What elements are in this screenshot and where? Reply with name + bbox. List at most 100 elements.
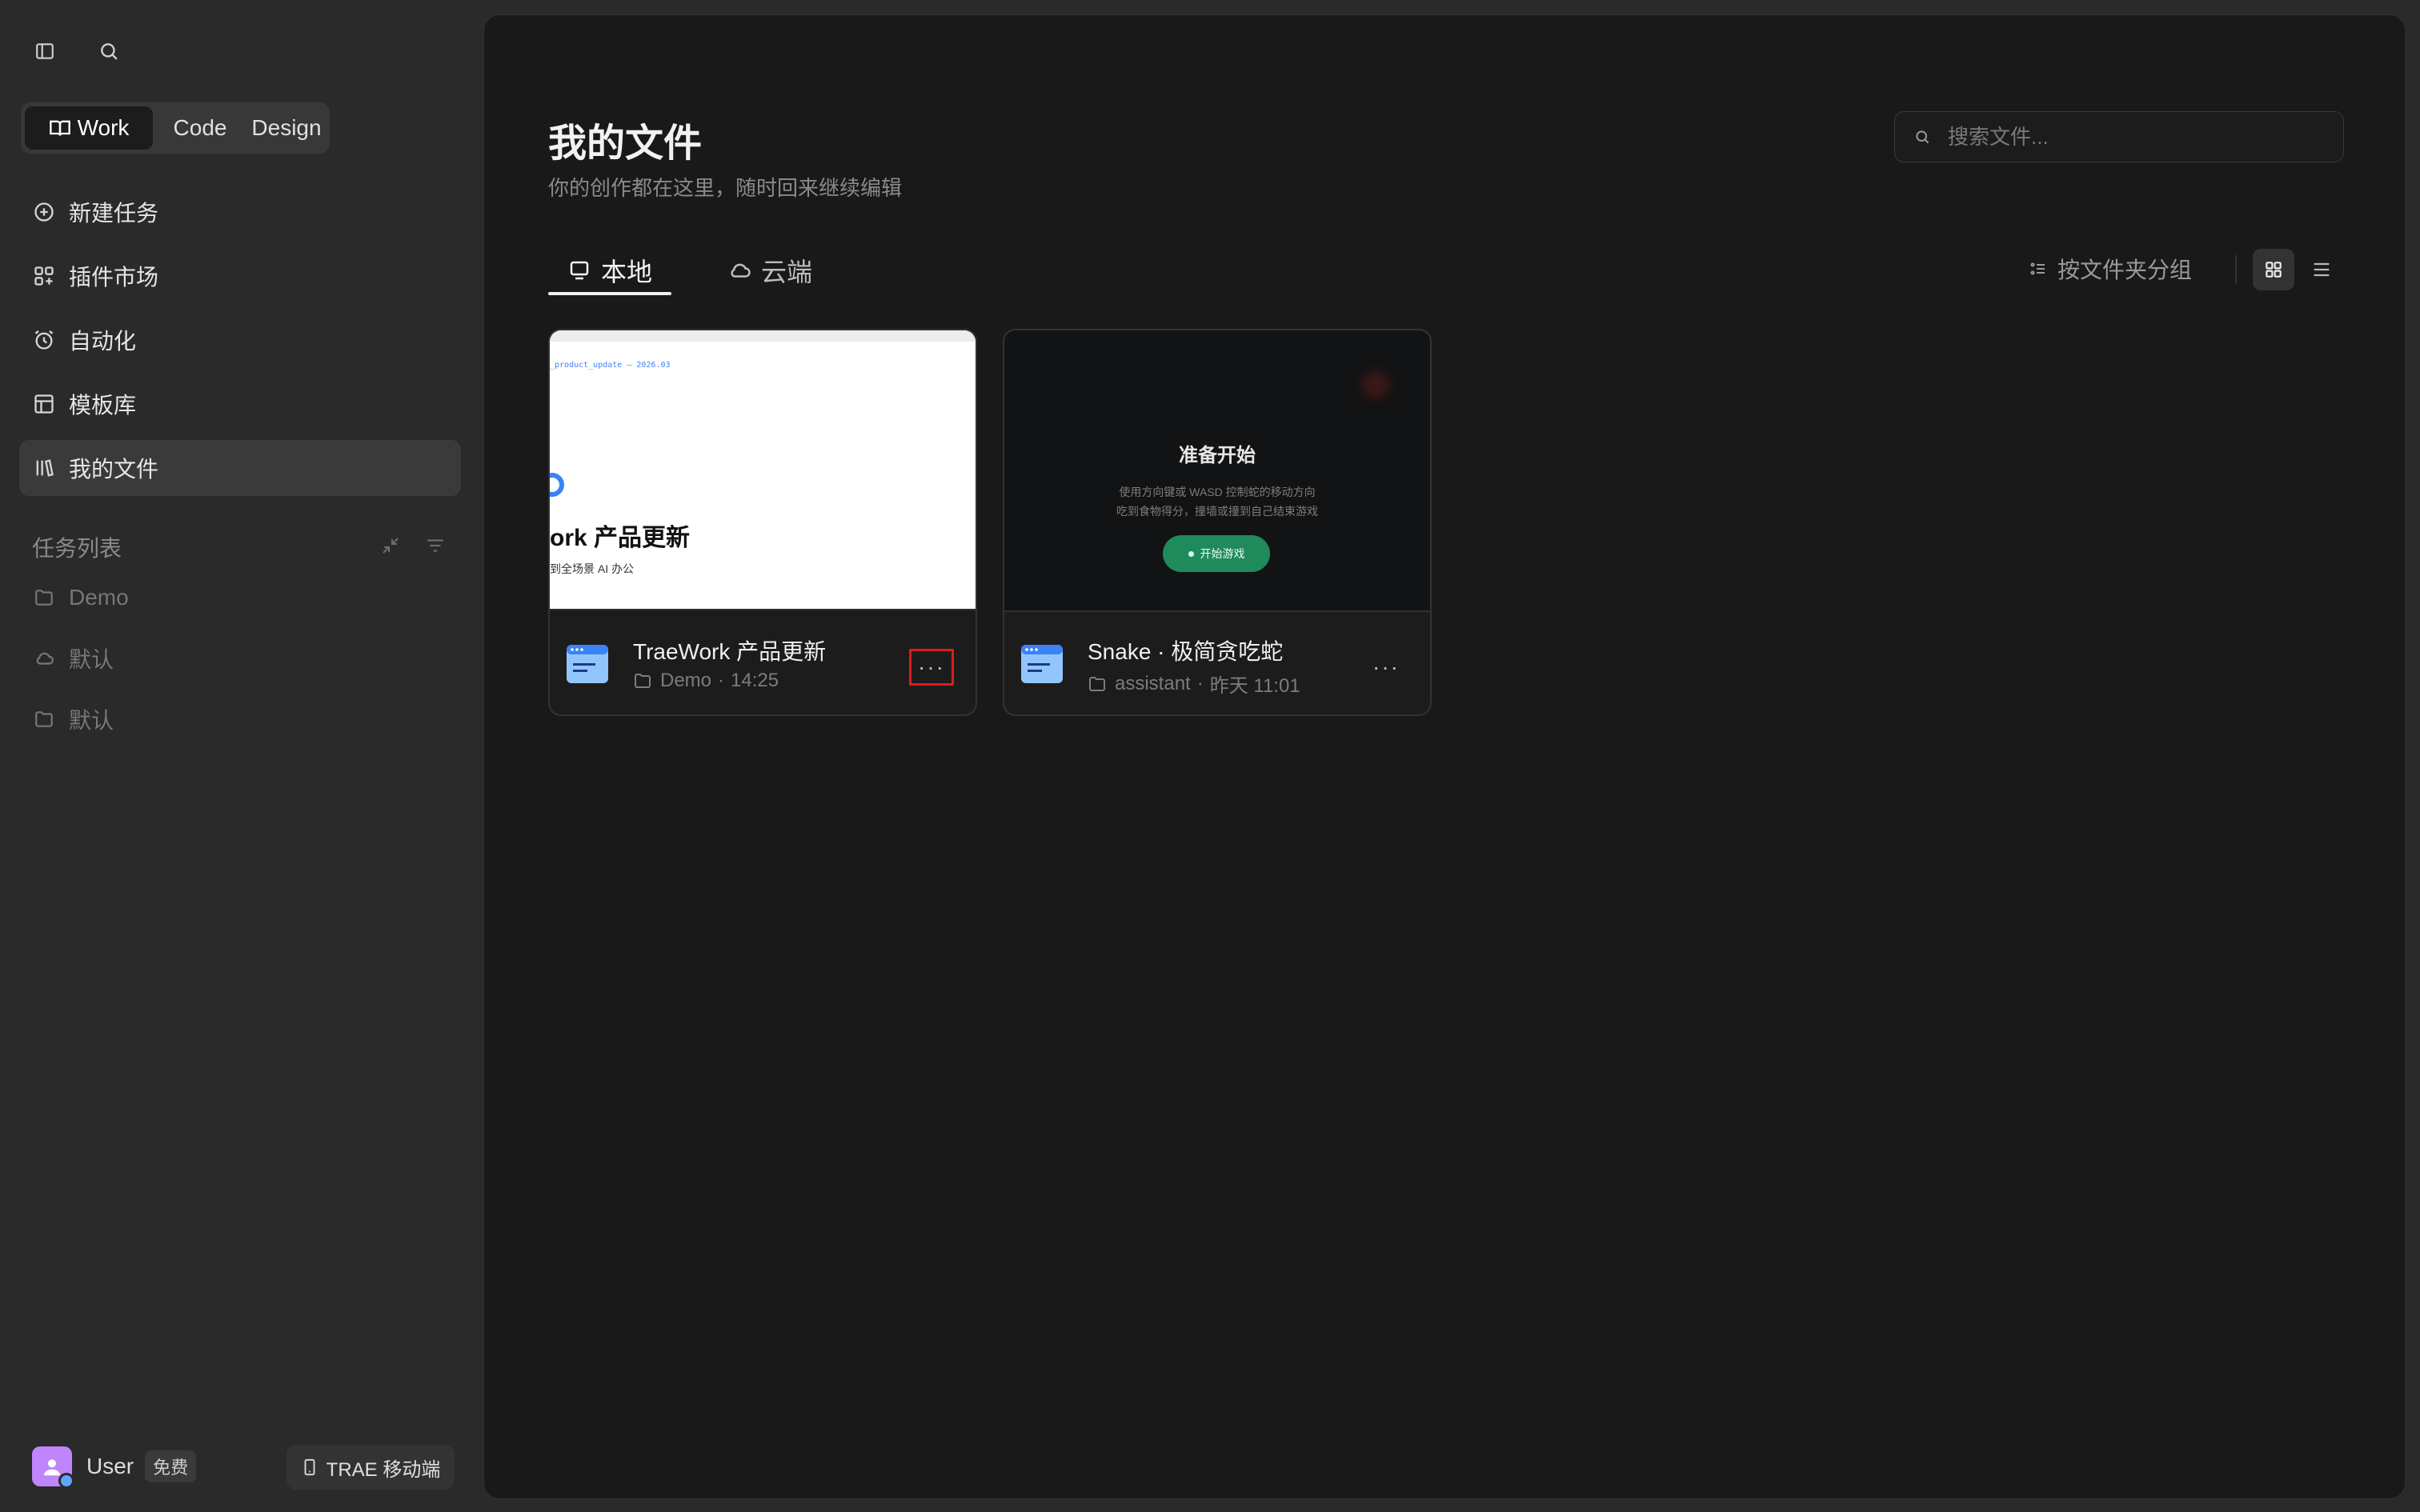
more-icon: ··· xyxy=(918,654,945,679)
web-file-icon xyxy=(566,644,609,684)
cloud-icon xyxy=(32,646,56,670)
online-status-dot xyxy=(58,1473,74,1489)
preview-code-line: _product_update — 2026.03 xyxy=(550,361,671,370)
group-by-folder-button[interactable]: 按文件夹分组 xyxy=(2029,247,2192,290)
filter-tasks-button[interactable] xyxy=(421,531,450,560)
sidebar-item-my-files[interactable]: 我的文件 xyxy=(19,440,461,496)
user-profile[interactable]: User 免费 xyxy=(32,1446,197,1489)
task-item-default-cloud[interactable]: 默认 xyxy=(32,638,114,678)
list-icon xyxy=(2310,258,2333,281)
task-item-label: Demo xyxy=(69,585,129,610)
alarm-clock-icon xyxy=(30,326,58,354)
mode-work-label: Work xyxy=(77,115,130,140)
sidebar-item-label: 模板库 xyxy=(69,393,137,418)
phone-icon xyxy=(301,1458,319,1476)
folder-icon xyxy=(32,586,56,610)
preview-heading: ork 产品更新 xyxy=(550,525,691,551)
mode-code-button[interactable]: Code xyxy=(158,106,242,150)
sidebar-item-label: 插件市场 xyxy=(69,265,159,290)
task-list-title: 任务列表 xyxy=(32,536,122,561)
preview-food-dot xyxy=(1361,370,1390,399)
mode-code-label: Code xyxy=(173,115,227,140)
sidebar-item-plugin-market[interactable]: 插件市场 xyxy=(19,248,461,304)
grid-plus-icon xyxy=(30,262,58,290)
mode-design-button[interactable]: Design xyxy=(246,106,327,150)
file-meta: Demo · 14:25 xyxy=(633,670,779,692)
grid-view-button[interactable] xyxy=(2253,249,2294,290)
folder-icon xyxy=(633,671,652,690)
preview-logo-mark xyxy=(550,473,564,497)
active-tab-indicator xyxy=(548,292,671,295)
filter-icon xyxy=(425,535,446,556)
plan-badge: 免费 xyxy=(145,1450,197,1482)
preview-subtext: 到全场景 AI 办公 xyxy=(550,562,635,575)
main-panel: 我的文件 你的创作都在这里，随时回来继续编辑 本地 云端 按文件夹分组 xyxy=(483,14,2406,1499)
plus-circle-icon xyxy=(30,198,58,226)
preview-description: 吃到食物得分，撞墙或撞到自己结束游戏 xyxy=(1116,505,1318,518)
file-card[interactable]: _product_update — 2026.03 ork 产品更新 到全场景 … xyxy=(548,329,977,716)
sidebar-item-label: 我的文件 xyxy=(69,457,159,482)
search-icon xyxy=(1914,129,1930,145)
sidebar: Work Code Design 新建任务 插件市场 自动化 模板库 我的文件 … xyxy=(0,0,482,1512)
monitor-icon xyxy=(567,258,591,282)
page-subtitle: 你的创作都在这里，随时回来继续编辑 xyxy=(548,176,903,200)
preview-description: 使用方向键或 WASD 控制蛇的移动方向 xyxy=(1119,486,1316,498)
mode-work-button[interactable]: Work xyxy=(25,106,153,150)
task-item-label: 默认 xyxy=(69,708,114,733)
file-folder: Demo xyxy=(660,670,712,691)
mobile-app-button[interactable]: TRAE 移动端 xyxy=(286,1445,455,1490)
search-icon xyxy=(98,41,119,62)
play-dot-icon xyxy=(1188,550,1194,557)
book-icon xyxy=(49,117,71,139)
file-time: 14:25 xyxy=(731,670,779,691)
file-title: Snake · 极简贪吃蛇 xyxy=(1088,639,1284,664)
sidebar-panel-icon xyxy=(34,41,55,62)
mobile-app-label: TRAE 移动端 xyxy=(326,1458,441,1481)
file-more-button[interactable]: ··· xyxy=(909,649,954,686)
meta-separator: · xyxy=(1196,672,1204,694)
sidebar-search-button[interactable] xyxy=(86,29,131,74)
mode-design-label: Design xyxy=(251,115,322,140)
mode-switch: Work Code Design xyxy=(21,102,330,154)
search-input[interactable] xyxy=(1946,123,2318,150)
file-preview: 准备开始 使用方向键或 WASD 控制蛇的移动方向 吃到食物得分，撞墙或撞到自己… xyxy=(1004,330,1430,612)
sidebar-item-automation[interactable]: 自动化 xyxy=(19,312,461,368)
collapse-icon xyxy=(381,536,400,555)
collapse-tasks-button[interactable] xyxy=(376,531,405,560)
preview-start-button: 开始游戏 xyxy=(1163,535,1270,572)
file-title: TraeWork 产品更新 xyxy=(633,639,827,664)
sidebar-toggle-button[interactable] xyxy=(22,29,67,74)
file-time: 昨天 11:01 xyxy=(1209,675,1300,697)
cloud-icon xyxy=(727,258,751,282)
preview-start-label: 开始游戏 xyxy=(1200,547,1245,560)
tab-cloud[interactable]: 云端 xyxy=(727,242,812,298)
user-name: User xyxy=(86,1454,134,1478)
list-view-button[interactable] xyxy=(2301,249,2342,290)
task-item-demo[interactable]: Demo xyxy=(32,578,129,618)
preview-heading: 准备开始 xyxy=(1179,445,1256,466)
more-icon: ··· xyxy=(1372,654,1400,679)
library-icon xyxy=(30,454,58,482)
list-group-icon xyxy=(2029,259,2048,278)
file-preview: _product_update — 2026.03 ork 产品更新 到全场景 … xyxy=(550,330,976,610)
sidebar-item-label: 新建任务 xyxy=(69,201,159,226)
task-item-default-folder[interactable]: 默认 xyxy=(32,699,114,739)
grid-icon xyxy=(2263,259,2284,280)
web-file-icon xyxy=(1020,644,1064,684)
tab-label: 云端 xyxy=(761,258,813,286)
file-folder: assistant xyxy=(1115,672,1191,694)
page-title: 我的文件 xyxy=(548,122,703,165)
tab-label: 本地 xyxy=(601,258,653,286)
file-card[interactable]: 准备开始 使用方向键或 WASD 控制蛇的移动方向 吃到食物得分，撞墙或撞到自己… xyxy=(1003,329,1432,716)
file-more-button[interactable]: ··· xyxy=(1364,649,1408,686)
avatar xyxy=(32,1446,74,1489)
sidebar-item-label: 自动化 xyxy=(69,329,137,354)
sidebar-item-templates[interactable]: 模板库 xyxy=(19,376,461,432)
meta-separator: · xyxy=(718,670,725,691)
group-by-label: 按文件夹分组 xyxy=(2057,258,2193,282)
template-icon xyxy=(30,390,58,418)
folder-icon xyxy=(32,707,56,731)
tab-local[interactable]: 本地 xyxy=(567,242,652,298)
sidebar-item-new-task[interactable]: 新建任务 xyxy=(19,184,461,240)
file-meta: assistant · 昨天 11:01 xyxy=(1088,670,1300,698)
